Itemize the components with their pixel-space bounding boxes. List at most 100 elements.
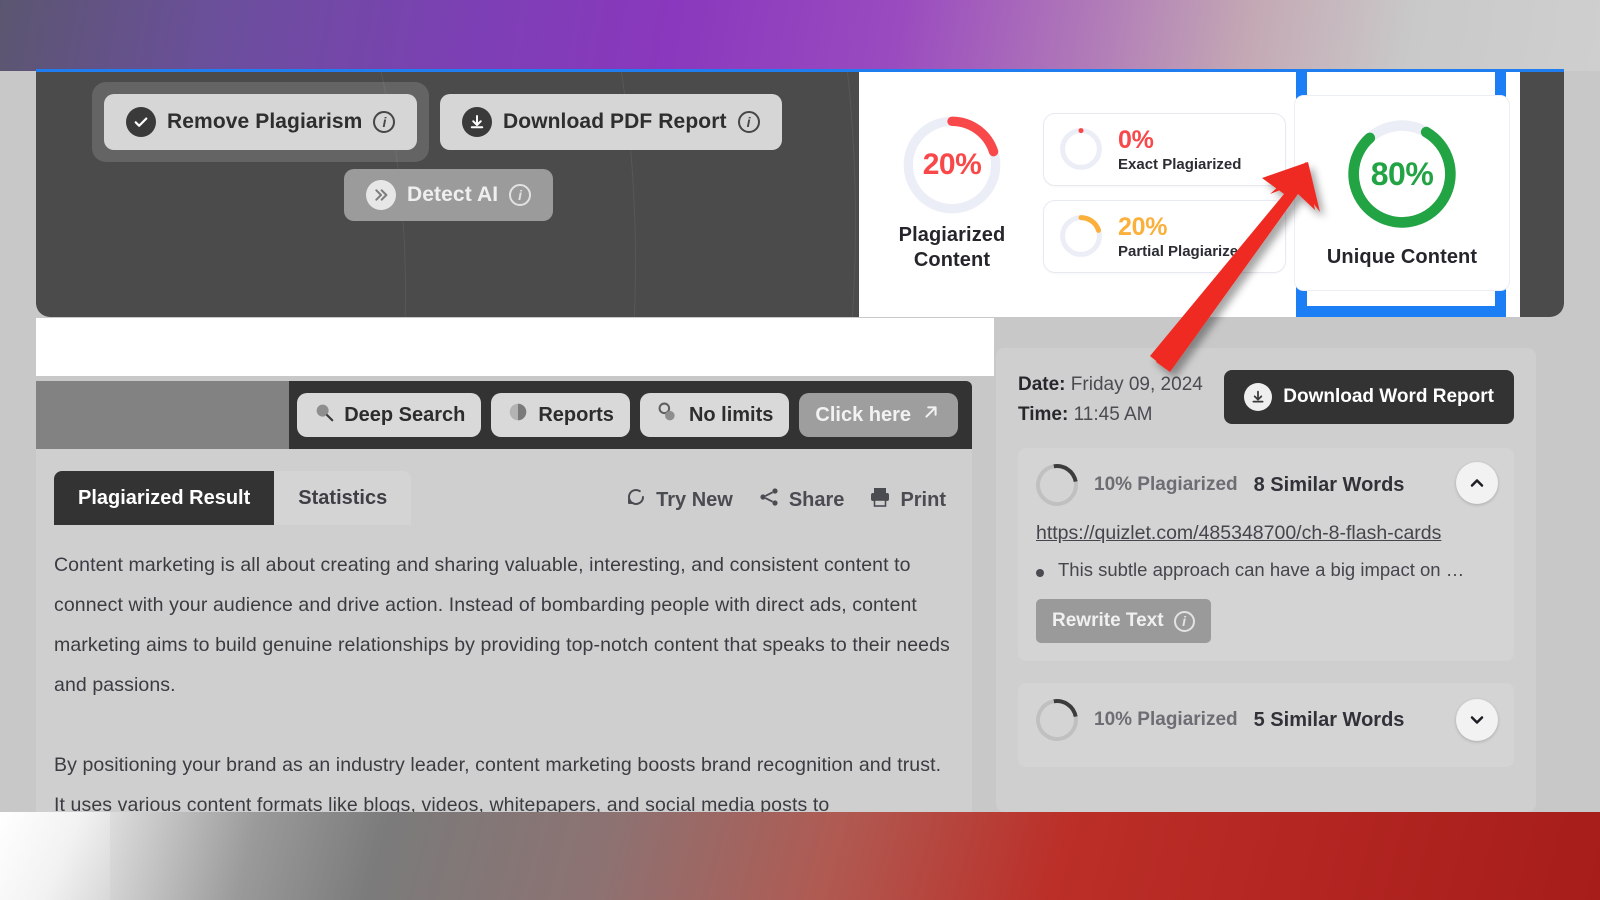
info-icon[interactable]: i <box>737 111 760 133</box>
plagiarized-content-donut: 20% <box>900 113 1004 217</box>
date-value: Friday 09, 2024 <box>1070 374 1203 395</box>
deep-search-label: Deep Search <box>344 403 466 426</box>
match-header: 10% Plagiarized 5 Similar Words <box>1027 690 1496 750</box>
result-paragraph: Content marketing is all about creating … <box>54 554 950 696</box>
rewrite-text-label: Rewrite Text <box>1052 610 1164 631</box>
exact-plagiarized-value: 0% <box>1118 125 1154 154</box>
unique-content-stat: 80% Unique Content <box>1292 72 1512 317</box>
info-icon[interactable]: i <box>509 184 532 206</box>
download-pdf-report-button[interactable]: Download PDF Report i <box>440 94 782 150</box>
partial-plagiarized-label: Partial Plagiarized <box>1118 242 1248 260</box>
magnifier-icon <box>313 401 335 429</box>
bottom-gradient-band <box>0 812 1600 900</box>
remove-plagiarism-button[interactable]: Remove Plagiarism i <box>104 94 418 150</box>
download-word-report-label: Download Word Report <box>1283 386 1494 407</box>
share-nodes-icon <box>757 485 781 515</box>
match-percent: 10% Plagiarized <box>1094 474 1238 495</box>
exact-plagiarized-label: Exact Plagiarized <box>1118 155 1242 173</box>
unique-content-label: Unique Content <box>1326 246 1478 268</box>
reports-button[interactable]: Reports <box>491 393 630 437</box>
try-new-label: Try New <box>656 488 733 511</box>
toolbar-left-block <box>36 381 289 449</box>
partial-plagiarized-value: 20% <box>1118 212 1168 241</box>
panel-header: Date: Friday 09, 2024 Time: 11:45 AM Dow… <box>1018 370 1514 430</box>
scan-datetime: Date: Friday 09, 2024 Time: 11:45 AM <box>1018 370 1203 430</box>
no-limits-button[interactable]: No limits <box>639 393 790 437</box>
sub-stats-column: 0% Exact Plagiarized 20% Partial Plagiar… <box>1037 82 1292 303</box>
result-actions: Try New Share Print <box>624 485 946 515</box>
detect-ai-label: Detect AI <box>407 183 499 206</box>
top-gradient-band <box>0 0 1600 71</box>
tab-plagiarized-result[interactable]: Plagiarized Result <box>54 471 275 525</box>
time-value: 11:45 AM <box>1073 404 1153 425</box>
donut-ring <box>1060 215 1102 257</box>
progress-spinner-icon <box>1027 690 1087 750</box>
remove-plagiarism-highlight: Remove Plagiarism i <box>92 82 430 162</box>
white-separator-strip <box>36 318 994 376</box>
matches-side-panel: Date: Friday 09, 2024 Time: 11:45 AM Dow… <box>996 348 1536 812</box>
plagiarized-content-stat: 20% Plagiarized Content <box>867 82 1037 303</box>
progress-spinner-icon <box>1027 455 1087 515</box>
match-header: 10% Plagiarized 8 Similar Words <box>1027 455 1496 515</box>
unique-content-donut: 80% <box>1343 115 1461 233</box>
reports-label: Reports <box>538 403 614 426</box>
hero-panel: Remove Plagiarism i Download PDF Report … <box>36 72 1564 317</box>
no-limits-label: No limits <box>688 403 774 426</box>
info-icon[interactable]: i <box>1173 610 1195 632</box>
chevron-down-icon[interactable] <box>1456 699 1498 741</box>
match-source-link[interactable]: https://quizlet.com/485348700/ch-8-flash… <box>1036 522 1496 545</box>
print-button[interactable]: Print <box>868 485 946 515</box>
unique-content-value: 80% <box>1370 155 1434 192</box>
exact-plagiarized-donut <box>1058 126 1104 172</box>
download-pdf-report-label: Download PDF Report <box>503 110 727 133</box>
match-similar-words: 8 Similar Words <box>1253 473 1405 496</box>
chevron-up-icon[interactable] <box>1456 462 1498 504</box>
plagiarized-content-value: 20% <box>922 147 982 181</box>
share-label: Share <box>788 488 845 511</box>
exact-plagiarized-card: 0% Exact Plagiarized <box>1043 112 1286 186</box>
printer-icon <box>868 485 892 515</box>
match-percent: 10% Plagiarized <box>1094 709 1238 730</box>
donut-ring <box>1060 128 1102 170</box>
try-new-button[interactable]: Try New <box>624 485 733 515</box>
refresh-icon <box>624 485 648 515</box>
plagiarized-content-label: Plagiarized Content <box>898 223 1006 271</box>
share-button[interactable]: Share <box>757 485 845 515</box>
highlight-frame-left-tick <box>1296 72 1307 96</box>
download-circle-icon <box>1244 383 1273 411</box>
deep-search-button[interactable]: Deep Search <box>297 393 482 437</box>
result-tabs: Plagiarized Result Statistics <box>54 471 412 525</box>
match-item: 10% Plagiarized 5 Similar Words <box>1018 683 1514 767</box>
print-label: Print <box>900 488 946 511</box>
match-item: 10% Plagiarized 8 Similar Words https://… <box>1018 448 1514 661</box>
rewrite-text-button[interactable]: Rewrite Text i <box>1036 599 1211 643</box>
unique-content-card: 80% Unique Content <box>1294 94 1510 291</box>
plagiarism-summary-panel: 20% Plagiarized Content 0% Exact Plagiar… <box>859 72 1520 317</box>
match-snippet-text: This subtle approach can have a big impa… <box>1058 559 1465 580</box>
infinity-icon <box>656 401 680 429</box>
tab-plagiarized-result-label: Plagiarized Result <box>78 486 251 509</box>
bullet-icon <box>1036 569 1044 577</box>
accent-hairline <box>36 69 1564 72</box>
screenshot-root: Remove Plagiarism i Download PDF Report … <box>0 0 1600 900</box>
tab-statistics-label: Statistics <box>298 486 388 509</box>
result-card: Plagiarized Result Statistics Try New Sh… <box>36 449 972 816</box>
info-icon[interactable]: i <box>373 111 396 133</box>
download-word-report-button[interactable]: Download Word Report <box>1224 370 1514 424</box>
check-circle-icon <box>126 107 156 137</box>
click-here-cta-button[interactable]: Click here <box>799 393 958 437</box>
remove-plagiarism-label: Remove Plagiarism <box>167 110 363 133</box>
double-chevron-right-icon <box>366 180 396 210</box>
time-label: Time: <box>1018 404 1069 425</box>
highlight-frame-right-tick <box>1495 72 1506 96</box>
match-similar-words: 5 Similar Words <box>1253 708 1405 731</box>
date-label: Date: <box>1018 374 1066 395</box>
click-here-label: Click here <box>815 403 911 426</box>
arrow-up-right-icon <box>920 401 942 429</box>
partial-plagiarized-card: 20% Partial Plagiarized <box>1043 199 1286 273</box>
match-snippet: This subtle approach can have a big impa… <box>1036 559 1496 581</box>
pie-chart-icon <box>507 401 529 429</box>
detect-ai-button[interactable]: Detect AI i <box>344 169 554 221</box>
feature-toolbar: Deep Search Reports No limits Click here <box>36 381 972 449</box>
tab-statistics[interactable]: Statistics <box>274 471 412 525</box>
